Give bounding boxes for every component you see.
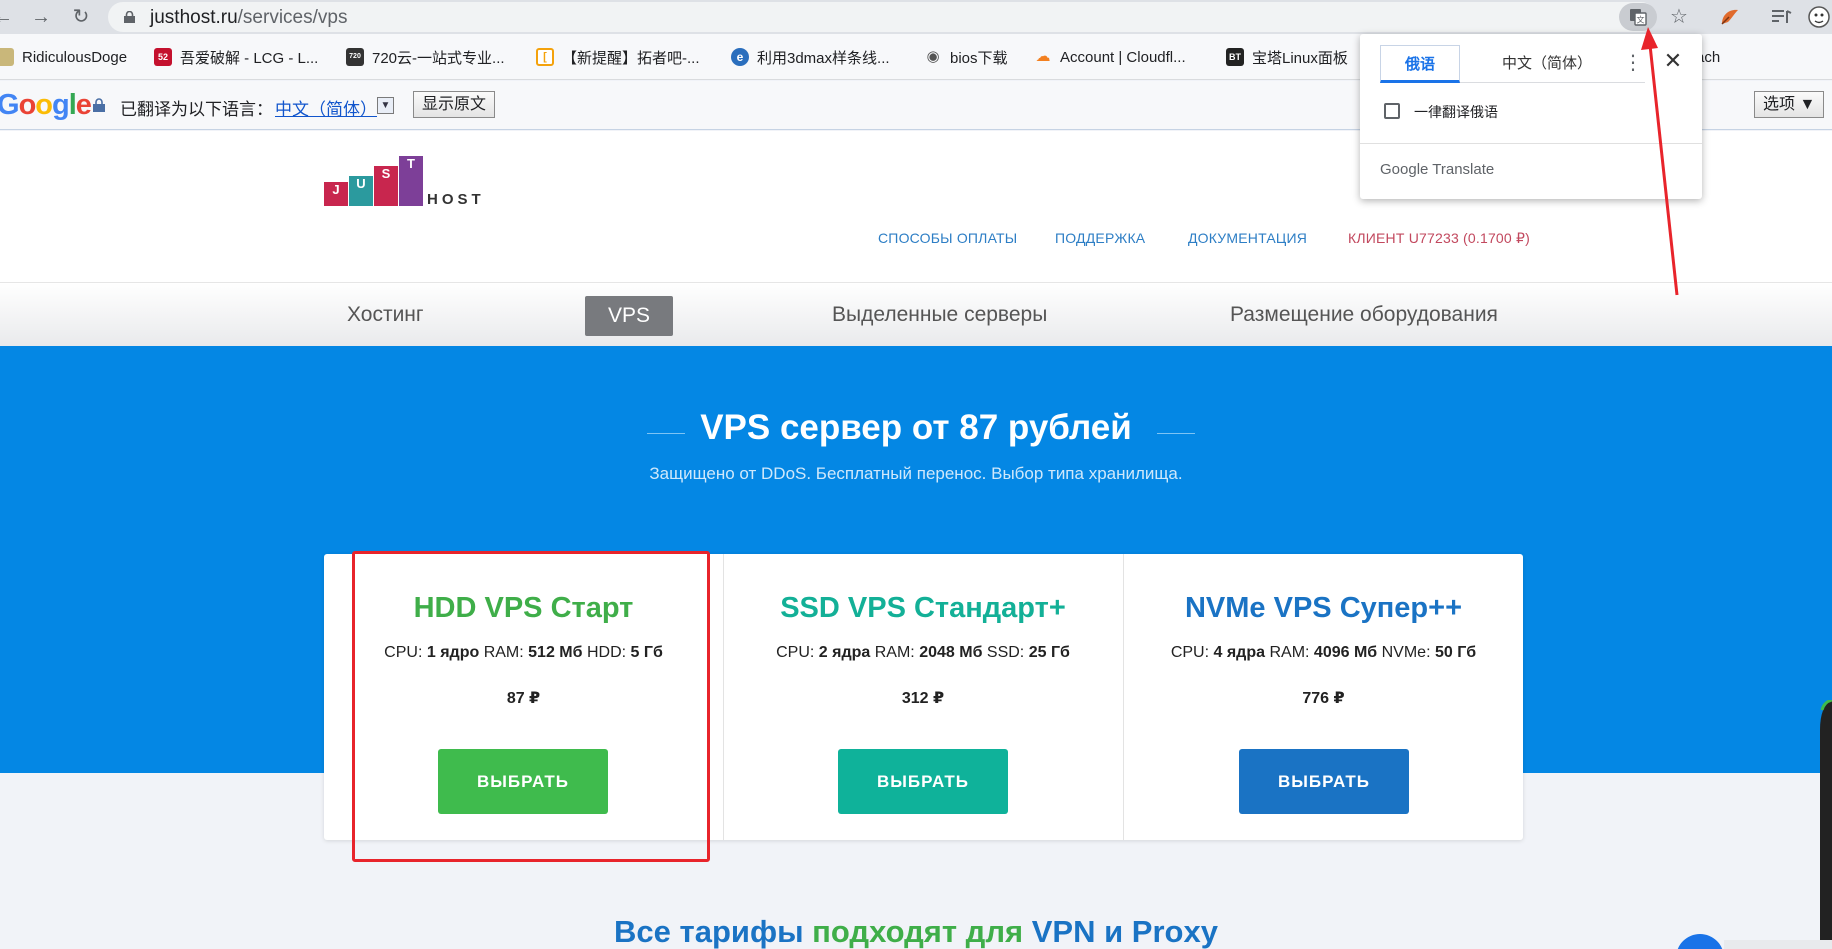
more-options-icon[interactable]: ⋮ (1620, 50, 1646, 75)
google-translate-brand: Google Translate (1380, 161, 1495, 178)
extension-icon[interactable] (1716, 4, 1742, 30)
chat-widget-bar (1724, 940, 1832, 949)
bookmark-item[interactable]: ◉ bios下载 (924, 46, 1007, 68)
reload-icon[interactable]: ↻ (68, 4, 94, 30)
tuozhe-icon: [ (536, 48, 554, 66)
cloudflare-icon: ☁ (1035, 48, 1051, 65)
menu-colocation[interactable]: Размещение оборудования (1230, 303, 1498, 327)
google-logo: Google (0, 89, 92, 121)
plan-price: 776 ₽ (1302, 690, 1345, 707)
close-icon[interactable]: ✕ (1660, 48, 1686, 74)
reading-list-icon[interactable] (1768, 4, 1794, 30)
52pojie-icon: 52 (154, 48, 172, 66)
url-input[interactable]: justhost.ru/services/vps (108, 2, 1656, 32)
translate-extension-icon[interactable]: 文 (1619, 3, 1657, 31)
tab-underline (1460, 82, 1645, 83)
bt-icon: BT (1226, 48, 1244, 66)
globe-icon: ◉ (926, 48, 940, 65)
menu-vps[interactable]: VPS (585, 296, 673, 336)
plan-card-nvme: NVMe VPS Супер++ CPU: 4 ядра RAM: 4096 М… (1123, 554, 1523, 840)
hero-divider (1157, 433, 1195, 434)
logo-letter: T (399, 156, 423, 206)
main-menu: Хостинг VPS Выделенные серверы Размещени… (0, 282, 1832, 346)
forward-icon[interactable]: → (28, 4, 54, 30)
hero-title: VPS сервер от 87 рублей (700, 408, 1132, 447)
nav-docs-link[interactable]: ДОКУМЕНТАЦИЯ (1188, 230, 1307, 246)
menu-hosting[interactable]: Хостинг (347, 303, 424, 327)
tab-source-language[interactable]: 俄语 (1380, 45, 1460, 83)
menu-dedicated[interactable]: Выделенные серверы (832, 303, 1047, 327)
translate-popup: 俄语 中文（简体） ⋮ ✕ 一律翻译俄语 Google Translate (1360, 34, 1702, 199)
bookmark-item[interactable]: e 利用3dmax样条线... (731, 46, 890, 68)
logo-letter: S (374, 166, 398, 206)
url-path: /services/vps (237, 7, 348, 28)
options-button[interactable]: 选项 ▼ (1754, 91, 1825, 118)
bookmark-item[interactable]: RidiculousDoge (0, 46, 127, 68)
plan-title: NVMe VPS Супер++ (1184, 592, 1462, 624)
browser-window: ← → ↻ justhost.ru/services/vps 文 ☆ Ridic… (0, 0, 1832, 949)
bookmark-item[interactable]: ☁ Account | Cloudfl... (1034, 46, 1186, 68)
always-translate-checkbox[interactable] (1384, 103, 1400, 119)
star-icon[interactable]: ☆ (1666, 4, 1692, 30)
profile-icon[interactable] (1806, 4, 1832, 30)
ie-icon: e (731, 48, 749, 66)
plan-specs: CPU: 4 ядра RAM: 4096 Мб NVMe: 50 Гб (1170, 644, 1477, 661)
hero-subtitle: Защищено от DDoS. Бесплатный перенос. Вы… (649, 464, 1183, 483)
client-account-link[interactable]: КЛИЕНТ U77233 (0.1700 ₽) (1348, 230, 1530, 247)
address-bar: ← → ↻ justhost.ru/services/vps 文 ☆ (0, 0, 1832, 34)
nav-support-link[interactable]: ПОДДЕРЖКА (1055, 230, 1145, 246)
lock-icon (124, 11, 135, 23)
scrollbar-edge (1820, 700, 1832, 949)
720yun-icon: 720 (346, 48, 364, 66)
svg-text:文: 文 (1637, 15, 1645, 25)
bookmark-item[interactable]: BT 宝塔Linux面板 (1226, 46, 1348, 68)
plan-price: 312 ₽ (901, 690, 945, 707)
chevron-down-icon[interactable]: ▼ (377, 97, 394, 114)
nav-payment-link[interactable]: СПОСОБЫ ОПЛАТЫ (878, 230, 1017, 246)
logo-host-text: HOST (427, 191, 485, 208)
logo-letter: J (324, 182, 348, 206)
url-text: justhost.ru/services/vps (150, 7, 347, 29)
tab-target-language[interactable]: 中文（简体） (1472, 45, 1622, 83)
section-title: Все тарифы подходят для VPN и Proxy (614, 914, 1218, 949)
annotation-highlight (352, 551, 710, 862)
lock-icon (93, 98, 105, 112)
back-icon[interactable]: ← (0, 4, 16, 30)
select-plan-button[interactable]: ВЫБРАТЬ (838, 749, 1008, 814)
plan-title: SSD VPS Стандарт+ (780, 592, 1066, 624)
select-plan-button[interactable]: ВЫБРАТЬ (1239, 749, 1409, 814)
url-host: justhost.ru (150, 7, 238, 28)
plan-specs: CPU: 2 ядра RAM: 2048 Мб SSD: 25 Гб (776, 644, 1070, 661)
bookmark-item[interactable]: [【新提醒】拓者吧-... (536, 46, 700, 68)
bookmark-item[interactable]: 720 720云-一站式专业... (346, 46, 505, 68)
always-translate-label: 一律翻译俄语 (1414, 104, 1498, 120)
translated-label: 已翻译为以下语言： (120, 100, 273, 119)
target-language-link[interactable]: 中文（简体） (275, 95, 377, 120)
logo-letter: U (349, 176, 373, 206)
popup-divider (1360, 143, 1702, 144)
show-original-button[interactable]: 显示原文 (413, 91, 496, 118)
bookmark-item[interactable]: 52 吾爱破解 - LCG - L... (154, 46, 318, 68)
doge-icon (0, 48, 14, 66)
plan-card-ssd: SSD VPS Стандарт+ CPU: 2 ядра RAM: 2048 … (723, 554, 1122, 840)
